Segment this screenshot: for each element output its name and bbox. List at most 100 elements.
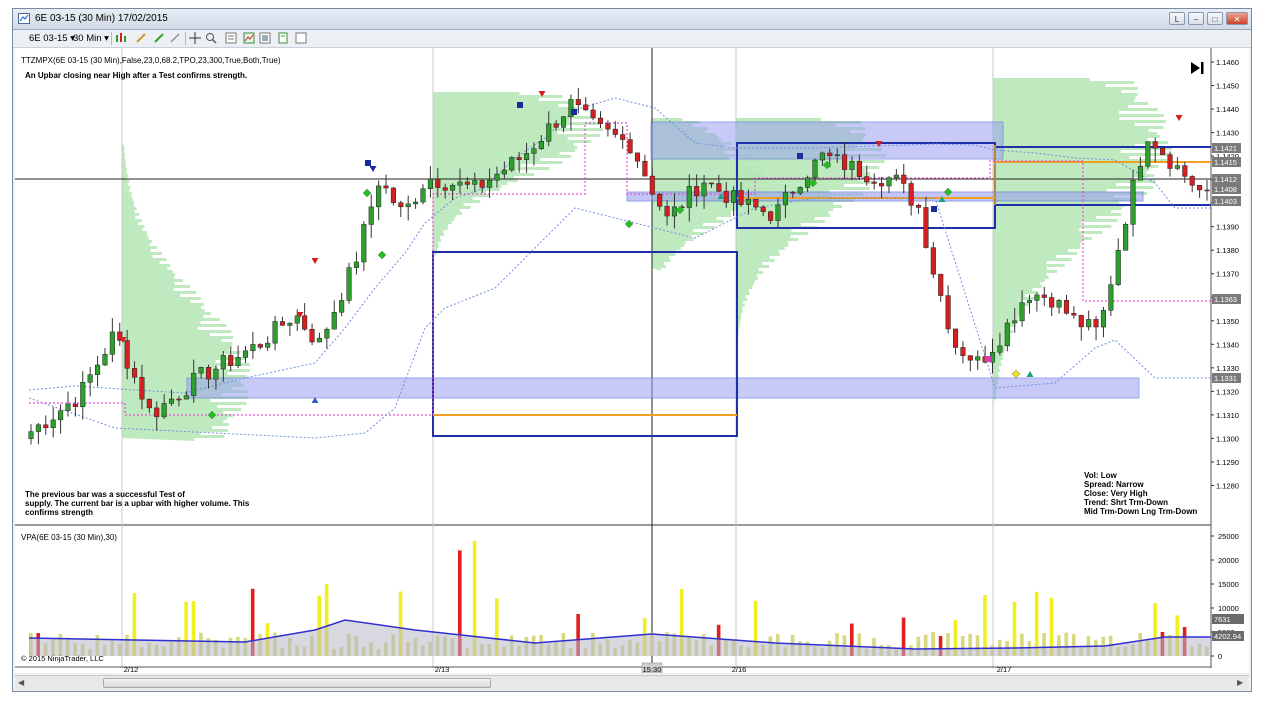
- down-candle: [879, 183, 885, 187]
- up-candle: [472, 180, 478, 185]
- up-candle: [1019, 302, 1025, 322]
- price-tick-label: 1.1340: [1216, 340, 1239, 349]
- maximize-button[interactable]: □: [1207, 12, 1223, 25]
- up-candle: [893, 174, 899, 178]
- price-tag-label: 1.1408: [1214, 185, 1237, 194]
- down-candle: [435, 178, 441, 188]
- down-candle: [131, 368, 138, 378]
- up-candle: [1012, 320, 1018, 324]
- supply-signal-marker: [311, 258, 319, 264]
- up-candle: [487, 179, 493, 188]
- down-candle: [738, 190, 744, 205]
- properties-icon[interactable]: [225, 32, 237, 44]
- horizontal-scrollbar[interactable]: ◀ ▶: [15, 675, 1249, 690]
- down-candle: [1204, 189, 1210, 192]
- up-candle: [168, 398, 175, 404]
- scroll-right-arrow[interactable]: ▶: [1237, 678, 1243, 687]
- up-candle: [220, 355, 226, 370]
- down-candle: [945, 295, 951, 330]
- instrument-selector[interactable]: 6E 03-15 ▾: [29, 32, 75, 45]
- up-candle: [1026, 300, 1033, 303]
- data-box-icon[interactable]: [295, 32, 307, 44]
- price-tick-label: 1.1440: [1216, 105, 1239, 114]
- bar-type-icon[interactable]: [115, 32, 127, 44]
- down-candle: [1182, 165, 1188, 177]
- down-candle: [664, 206, 670, 217]
- volume-bars-layer: [28, 540, 1211, 656]
- down-candle: [205, 366, 212, 380]
- down-candle: [915, 205, 922, 208]
- up-candle: [427, 178, 433, 189]
- up-candle: [849, 160, 855, 170]
- up-candle: [250, 344, 256, 352]
- analysis-vol: Vol: Low: [1084, 471, 1118, 480]
- up-candle: [183, 395, 189, 400]
- down-candle: [627, 139, 633, 154]
- zoom-icon[interactable]: [205, 32, 217, 44]
- up-candle: [745, 198, 751, 205]
- templates-icon[interactable]: [277, 32, 289, 44]
- up-candle: [339, 300, 345, 313]
- up-candle: [287, 322, 293, 326]
- down-candle: [309, 328, 315, 343]
- volume-bar: [1034, 591, 1039, 656]
- up-candle: [1034, 294, 1040, 301]
- down-candle: [923, 207, 929, 248]
- down-candle: [760, 206, 766, 212]
- copyright-text: © 2015 NinjaTrader, LLC: [21, 654, 104, 663]
- up-candle: [87, 374, 93, 383]
- down-candle: [634, 152, 641, 162]
- price-volume-chart[interactable]: 1.14601.14501.14401.14301.14201.14101.14…: [15, 48, 1249, 674]
- x-tick-label: 15:30: [643, 665, 662, 673]
- price-tick-label: 1.1320: [1216, 387, 1239, 396]
- link-button[interactable]: L: [1169, 12, 1185, 25]
- down-candle: [1078, 314, 1084, 328]
- down-candle: [864, 176, 870, 183]
- down-candle: [1160, 147, 1166, 155]
- toolbar-divider: [185, 32, 186, 45]
- up-candle: [65, 403, 71, 411]
- up-candle: [198, 366, 204, 374]
- supply-signal-marker: [1175, 115, 1183, 121]
- up-candle: [997, 345, 1003, 353]
- draw-pencil-icon[interactable]: [135, 32, 147, 44]
- down-candle: [1041, 294, 1047, 298]
- up-candle: [1137, 165, 1143, 181]
- draw-tool-2-icon[interactable]: [169, 32, 181, 44]
- down-candle: [1071, 313, 1077, 316]
- down-candle: [708, 182, 715, 185]
- bottom-note-line-2: supply. The current bar is a upbar with …: [25, 499, 250, 508]
- volume-tick-label: 15000: [1218, 580, 1239, 589]
- up-candle: [294, 315, 300, 324]
- go-to-end-icon[interactable]: [1191, 62, 1204, 74]
- down-candle: [479, 180, 485, 188]
- up-candle: [1123, 224, 1129, 251]
- volume-tick-label: 10000: [1218, 604, 1239, 613]
- price-tick-label: 1.1370: [1216, 270, 1239, 279]
- volume-tick-label: 25000: [1218, 532, 1239, 541]
- crosshair-icon[interactable]: [189, 32, 201, 44]
- down-candle: [124, 340, 130, 369]
- close-button[interactable]: ✕: [1226, 12, 1248, 25]
- down-candle: [1197, 185, 1203, 191]
- strategies-icon[interactable]: [259, 32, 271, 44]
- draw-tool-icon[interactable]: [153, 32, 165, 44]
- title-bar[interactable]: 6E 03-15 (30 Min) 17/02/2015 L – □ ✕: [13, 9, 1251, 30]
- scroll-left-arrow[interactable]: ◀: [18, 678, 24, 687]
- analysis-trend: Trend: Shrt Trm-Down: [1084, 498, 1168, 507]
- up-candle: [272, 321, 278, 344]
- scroll-thumb[interactable]: [103, 678, 491, 688]
- indicators-icon[interactable]: [243, 32, 255, 44]
- up-candle: [886, 177, 892, 187]
- volume-tick-label: 20000: [1218, 556, 1239, 565]
- minimize-button[interactable]: –: [1188, 12, 1204, 25]
- down-candle: [620, 134, 626, 140]
- interval-selector[interactable]: 30 Min ▾: [73, 32, 109, 45]
- down-candle: [302, 315, 308, 330]
- signal-diamond-marker: [362, 188, 372, 198]
- price-tag-label: 1.1331: [1214, 374, 1237, 383]
- chart-panel[interactable]: 1.14601.14501.14401.14301.14201.14101.14…: [15, 48, 1249, 674]
- resistance-zone: [650, 121, 1004, 160]
- down-candle: [605, 123, 611, 130]
- down-candle: [856, 160, 862, 177]
